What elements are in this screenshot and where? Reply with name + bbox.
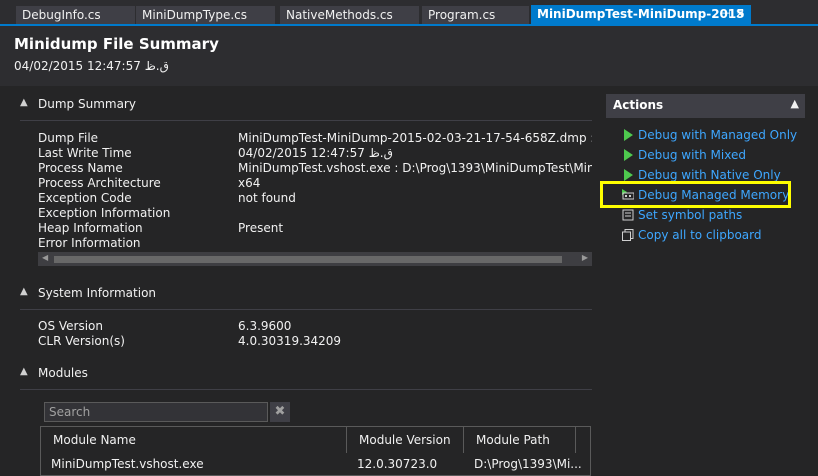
scrollbar-thumb[interactable] bbox=[54, 256, 562, 263]
section-title: Dump Summary bbox=[38, 97, 136, 111]
page-subtitle: 04/02/2015 12:47:57 ق.ظ bbox=[14, 59, 169, 73]
property-value: not found bbox=[238, 191, 296, 205]
tab-minidumptype[interactable]: MiniDumpType.cs bbox=[136, 6, 276, 24]
property-value: MiniDumpTest-MiniDump-2015-02-03-21-17-5… bbox=[238, 131, 592, 145]
tab-label: MiniDumpType.cs bbox=[142, 8, 248, 22]
system-information-header[interactable]: ▲ System Information bbox=[20, 286, 580, 302]
property-label: Exception Code bbox=[38, 191, 132, 205]
action-label: Copy all to clipboard bbox=[638, 228, 762, 242]
module-name-cell: MiniDumpTest.vshost.exe bbox=[51, 457, 204, 471]
module-path-cell: D:\Prog\1393\Mi... bbox=[474, 457, 582, 471]
collapse-chevron-icon[interactable]: ▲ bbox=[791, 97, 799, 110]
collapse-chevron-icon[interactable]: ▲ bbox=[20, 366, 28, 377]
property-value: 6.3.9600 bbox=[238, 319, 292, 333]
actions-title: Actions bbox=[613, 98, 664, 112]
tab-label: MiniDumpTest-MiniDump-2015 bbox=[537, 7, 745, 21]
property-label: Process Name bbox=[38, 161, 123, 175]
section-divider bbox=[20, 120, 592, 121]
actions-panel-header[interactable]: Actions ▲ bbox=[606, 94, 805, 118]
property-label: OS Version bbox=[38, 319, 104, 333]
property-label: Error Information bbox=[38, 236, 141, 250]
property-label: Exception Information bbox=[38, 206, 171, 220]
modules-table: Module Name Module Version Module Path M… bbox=[40, 426, 591, 476]
page-header: Minidump File Summary 04/02/2015 12:47:5… bbox=[0, 26, 818, 86]
module-search-input[interactable] bbox=[44, 402, 268, 422]
action-label: Debug with Native Only bbox=[638, 168, 781, 182]
symbol-paths-icon bbox=[622, 209, 634, 221]
property-value: 4.0.30319.34209 bbox=[238, 334, 342, 348]
property-value: x64 bbox=[238, 176, 261, 190]
column-header-module-path[interactable]: Module Path bbox=[464, 427, 576, 453]
collapse-chevron-icon[interactable]: ▲ bbox=[20, 97, 28, 108]
document-tab-bar: DebugInfo.cs MiniDumpType.cs NativeMetho… bbox=[0, 0, 818, 24]
pin-icon[interactable]: ⊣ bbox=[721, 5, 731, 23]
property-value: Present bbox=[238, 221, 284, 235]
horizontal-scrollbar[interactable]: ◀ ▶ bbox=[38, 252, 592, 266]
action-label: Set symbol paths bbox=[638, 208, 743, 222]
play-icon bbox=[624, 129, 633, 141]
dump-summary-header[interactable]: ▲ Dump Summary bbox=[20, 97, 580, 113]
tab-label: Program.cs bbox=[428, 8, 496, 22]
module-version-cell: 12.0.30723.0 bbox=[357, 457, 438, 471]
tab-minidumptest[interactable]: MiniDumpTest-MiniDump-2015 ⊣ ✕ bbox=[531, 5, 752, 24]
highlight-box bbox=[600, 181, 791, 208]
action-label: Debug with Mixed bbox=[638, 148, 746, 162]
scroll-right-icon[interactable]: ▶ bbox=[582, 253, 588, 262]
property-label: Last Write Time bbox=[38, 146, 132, 160]
property-label: Dump File bbox=[38, 131, 99, 145]
tab-label: DebugInfo.cs bbox=[22, 8, 101, 22]
column-header-module-version[interactable]: Module Version bbox=[347, 427, 464, 453]
property-value: MiniDumpTest.vshost.exe : D:\Prog\1393\M… bbox=[238, 161, 592, 175]
property-label: CLR Version(s) bbox=[38, 334, 125, 348]
scroll-left-icon[interactable]: ◀ bbox=[42, 253, 48, 262]
property-label: Process Architecture bbox=[38, 176, 161, 190]
close-icon[interactable]: ✕ bbox=[735, 5, 745, 23]
modules-header[interactable]: ▲ Modules bbox=[20, 366, 580, 382]
property-value: 04/02/2015 12:47:57 ق.ظ bbox=[238, 146, 393, 160]
column-header-module-name[interactable]: Module Name bbox=[41, 427, 347, 453]
tab-nativemethods[interactable]: NativeMethods.cs bbox=[280, 6, 420, 24]
page-title: Minidump File Summary bbox=[14, 35, 219, 53]
copy-icon bbox=[622, 229, 634, 241]
section-title: Modules bbox=[38, 366, 88, 380]
collapse-chevron-icon[interactable]: ▲ bbox=[20, 286, 28, 297]
play-icon bbox=[624, 169, 633, 181]
section-divider bbox=[20, 309, 592, 310]
property-label: Heap Information bbox=[38, 221, 143, 235]
clear-search-icon[interactable]: ✖ bbox=[270, 402, 290, 422]
action-label: Debug with Managed Only bbox=[638, 128, 798, 142]
section-title: System Information bbox=[38, 286, 157, 300]
section-divider bbox=[20, 389, 592, 390]
tab-program[interactable]: Program.cs bbox=[422, 6, 530, 24]
play-icon bbox=[624, 149, 633, 161]
tab-label: NativeMethods.cs bbox=[286, 8, 393, 22]
tab-debuginfo[interactable]: DebugInfo.cs bbox=[16, 6, 136, 24]
